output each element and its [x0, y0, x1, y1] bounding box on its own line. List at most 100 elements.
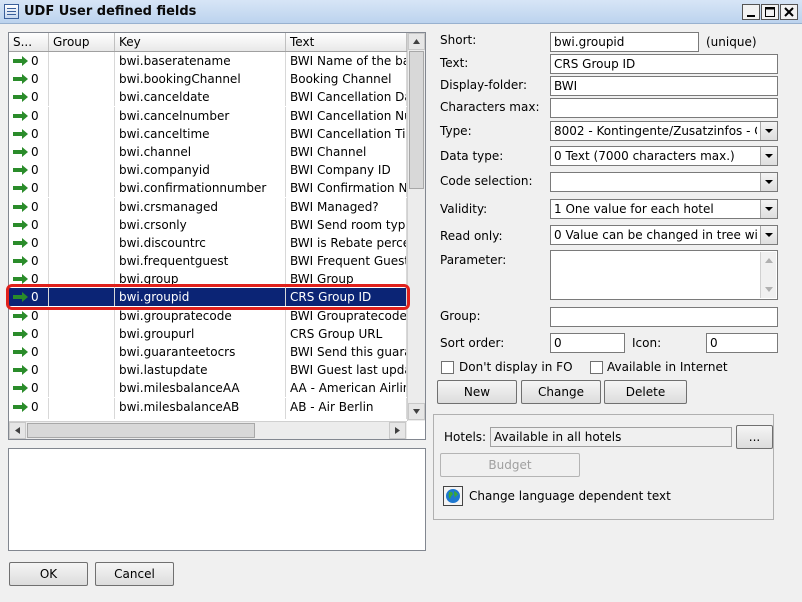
vertical-scrollbar[interactable]: [407, 33, 425, 421]
column-header-key[interactable]: Key: [115, 33, 286, 51]
short-label: Short:: [440, 33, 477, 47]
status-cell: 0: [9, 142, 49, 161]
scroll-up-button[interactable]: [408, 33, 425, 50]
key-cell: bwi.crsmanaged: [115, 197, 286, 216]
key-cell: bwi.crsonly: [115, 215, 286, 234]
text-label: Text:: [440, 56, 469, 70]
scroll-right-button[interactable]: [389, 422, 406, 439]
group-cell: [49, 106, 115, 125]
group-field[interactable]: [550, 307, 778, 327]
icon-field[interactable]: 0: [706, 333, 778, 353]
key-cell: bwi.companyid: [115, 161, 286, 180]
horizontal-scroll-thumb[interactable]: [27, 423, 255, 438]
vertical-scroll-thumb[interactable]: [409, 51, 424, 189]
dont-display-checkbox[interactable]: [441, 361, 454, 374]
table-row[interactable]: 0 bwi.companyid BWI Company ID: [9, 161, 407, 180]
status-value: 0: [31, 72, 39, 87]
table-row[interactable]: 0 bwi.baseratenameBWI Name of the base r: [9, 52, 407, 70]
available-internet-label: Available in Internet: [607, 360, 728, 374]
table-row[interactable]: 0 bwi.crsonlyBWI Send room type to: [9, 215, 407, 234]
data-type-select[interactable]: 0 Text (7000 characters max.): [550, 146, 778, 166]
table-row[interactable]: 0 bwi.canceltimeBWI Cancellation Time: [9, 124, 407, 143]
key-cell: bwi.bookingChannel: [115, 70, 286, 89]
arrow-right-icon: [13, 110, 28, 121]
code-selection-select[interactable]: [550, 172, 778, 192]
minimize-icon: [747, 15, 755, 17]
status-value: 0: [31, 163, 39, 178]
table-row[interactable]: 0 bwi.confirmationnumber BWI Confirmation …: [9, 179, 407, 198]
status-cell: 0: [9, 52, 49, 70]
group-cell: [49, 88, 115, 107]
status-value: 0: [31, 308, 39, 323]
table-row[interactable]: 0 bwi.frequentguestBWI Frequent Guest? (E: [9, 252, 407, 271]
change-language-text-link[interactable]: Change language dependent text: [469, 489, 671, 503]
type-select-value: 8002 - Kontingente/Zusatzinfos - CRS Ra: [554, 124, 757, 138]
table-row[interactable]: 0 bwi.groupurl CRS Group URL: [9, 324, 407, 343]
maximize-button[interactable]: [761, 4, 779, 20]
characters-max-field[interactable]: [550, 98, 778, 118]
validity-select[interactable]: 1 One value for each hotel: [550, 199, 778, 219]
validity-select-value: 1 One value for each hotel: [554, 202, 714, 216]
table-row[interactable]: 0 bwi.channel BWI Channel: [9, 142, 407, 161]
minimize-button[interactable]: [742, 4, 760, 20]
column-header-status[interactable]: S...: [9, 33, 49, 51]
text-cell: CRS Group URL: [286, 324, 407, 343]
status-value: 0: [31, 399, 39, 414]
scroll-down-button[interactable]: [408, 403, 425, 420]
budget-button[interactable]: Budget: [440, 453, 580, 477]
status-cell: 0: [9, 179, 49, 198]
key-cell: bwi.confirmationnumber: [115, 179, 286, 198]
status-value: 0: [31, 54, 39, 68]
arrow-right-icon: [13, 183, 28, 194]
close-button[interactable]: [780, 4, 798, 20]
sort-order-field[interactable]: 0: [550, 333, 625, 353]
text-cell: BWI Cancellation Numb: [286, 106, 407, 125]
close-icon: [784, 7, 794, 17]
group-cell: [49, 233, 115, 252]
arrow-right-icon: [13, 92, 28, 103]
status-value: 0: [31, 181, 39, 196]
new-button[interactable]: New: [437, 380, 517, 404]
table-row[interactable]: 0 bwi.milesbalanceAB AB - Air Berlin: [9, 397, 407, 416]
short-field[interactable]: bwi.groupid: [550, 32, 699, 52]
scroll-left-button[interactable]: [9, 422, 26, 439]
table-row[interactable]: 0 bwi.discountrcBWI is Rebate percenta: [9, 233, 407, 252]
status-value: 0: [31, 108, 39, 123]
icon-label: Icon:: [632, 336, 662, 350]
text-field[interactable]: CRS Group ID: [550, 54, 778, 74]
type-select[interactable]: 8002 - Kontingente/Zusatzinfos - CRS Ra: [550, 121, 778, 141]
status-value: 0: [31, 199, 39, 214]
parameter-field[interactable]: [550, 250, 778, 300]
parameter-scrollbar[interactable]: [760, 252, 776, 298]
column-header-text[interactable]: Text: [286, 33, 407, 51]
data-type-select-value: 0 Text (7000 characters max.): [554, 149, 735, 163]
status-value: 0: [31, 254, 39, 269]
display-folder-field[interactable]: BWI: [550, 76, 778, 96]
table-row[interactable]: 0 bwi.guaranteetocrsBWI Send this guarant…: [9, 343, 407, 361]
description-memo[interactable]: [8, 448, 426, 551]
horizontal-scrollbar[interactable]: [9, 421, 407, 439]
delete-button[interactable]: Delete: [604, 380, 687, 404]
udf-grid[interactable]: S... Group Key Text 0 bwi.baseratename BWI…: [8, 32, 426, 440]
hotels-browse-button[interactable]: ...: [736, 425, 773, 449]
globe-icon[interactable]: [443, 486, 463, 506]
table-row[interactable]: 0 bwi.milesbalanceACAC - Aeroplan (Air Ca…: [9, 415, 407, 419]
arrow-right-icon: [13, 219, 28, 230]
table-row[interactable]: 0 bwi.canceldateBWI Cancellation Date: [9, 88, 407, 107]
chevron-down-icon: [760, 122, 777, 140]
ok-button[interactable]: OK: [9, 562, 88, 586]
read-only-select[interactable]: 0 Value can be changed in tree window: [550, 225, 778, 245]
text-cell: BWI Company ID: [286, 161, 407, 180]
table-row[interactable]: 0 bwi.crsmanaged BWI Managed?: [9, 197, 407, 216]
table-row[interactable]: 0 bwi.lastupdateBWI Guest last updated: [9, 361, 407, 380]
parameter-label: Parameter:: [440, 253, 507, 267]
table-row[interactable]: 0 bwi.cancelnumberBWI Cancellation Numb: [9, 106, 407, 125]
table-row[interactable]: 0 bwi.milesbalanceAAAA - American Airline…: [9, 379, 407, 398]
change-button[interactable]: Change: [521, 380, 601, 404]
table-row[interactable]: 0 bwi.bookingChannel Booking Channel: [9, 70, 407, 89]
column-header-group[interactable]: Group: [49, 33, 115, 51]
cancel-button[interactable]: Cancel: [95, 562, 174, 586]
available-internet-checkbox[interactable]: [590, 361, 603, 374]
text-cell: AA - American Airlines: [286, 379, 407, 398]
group-cell: [49, 397, 115, 416]
